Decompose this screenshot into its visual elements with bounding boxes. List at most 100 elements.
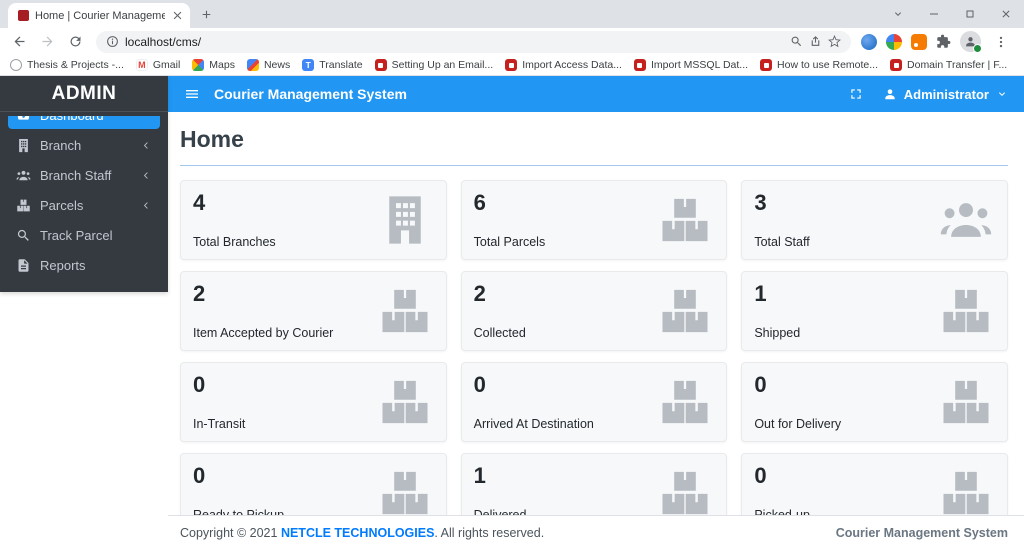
reload-button[interactable]: [62, 30, 88, 54]
extension-colorful-icon[interactable]: [886, 33, 902, 50]
sidebar-item-label: Parcels: [40, 198, 84, 213]
extensions-puzzle-icon[interactable]: [936, 34, 951, 49]
stat-card: 2 Collected: [460, 271, 728, 351]
bookmark-star-icon[interactable]: [828, 35, 841, 48]
maximize-button[interactable]: [952, 0, 988, 28]
bookmark-item[interactable]: Setting Up an Email...: [374, 59, 493, 71]
browser-tab[interactable]: Home | Courier Management Sy: [8, 3, 190, 28]
gmail-icon: [135, 59, 148, 71]
extensions-area: [859, 31, 1018, 53]
tab-close-icon[interactable]: [171, 9, 184, 22]
bookmark-item[interactable]: Gmail: [135, 59, 181, 71]
speedometer-icon: [16, 116, 31, 123]
stat-value: 1: [473, 463, 486, 488]
browser-menu-icon[interactable]: [990, 35, 1012, 49]
stat-card: 1 Shipped: [741, 271, 1008, 351]
stat-cards-grid: 4 Total Branches 6 Total Parcels 3 Total…: [180, 180, 1008, 533]
sidebar-item[interactable]: Track Parcel: [8, 222, 160, 249]
bookmark-item[interactable]: Translate: [302, 59, 363, 71]
stat-card: 6 Total Parcels: [460, 180, 728, 260]
boxes-icon: [16, 198, 31, 213]
boxes-icon: [658, 466, 712, 520]
bookmark-label: News: [263, 59, 291, 71]
minimize-button[interactable]: [916, 0, 952, 28]
stat-card: 0 In-Transit: [180, 362, 447, 442]
company-link[interactable]: NETCLE TECHNOLOGIES: [281, 526, 434, 540]
red-icon: [505, 59, 518, 71]
menu-toggle-icon[interactable]: [184, 86, 200, 102]
bookmarks-bar: Thesis & Projects -... Gmail Maps News T…: [0, 55, 1024, 76]
bookmark-item[interactable]: How to use Remote...: [760, 59, 878, 71]
bookmark-item[interactable]: Thesis & Projects -...: [10, 59, 124, 71]
title-divider: [180, 165, 1008, 166]
bookmark-label: Gmail: [152, 59, 181, 71]
boxes-icon: [658, 284, 712, 338]
sidebar-item[interactable]: Branch Staff: [8, 162, 160, 189]
news-icon: [246, 59, 259, 71]
sidebar-item-label: Dashboard: [40, 116, 104, 123]
users-icon: [16, 168, 31, 183]
sidebar-item[interactable]: Branch: [8, 132, 160, 159]
search-icon[interactable]: [790, 35, 803, 48]
sidebar-item[interactable]: Parcels: [8, 192, 160, 219]
sidebar-item-label: Reports: [40, 258, 86, 273]
tab-search-icon[interactable]: [880, 0, 916, 28]
copyright-suffix: . All rights reserved.: [434, 525, 545, 540]
stat-value: 2: [473, 281, 486, 306]
address-bar[interactable]: localhost/cms/: [96, 30, 851, 53]
bookmark-item[interactable]: Domain Transfer | F...: [890, 59, 1007, 71]
bookmark-label: Translate: [319, 59, 363, 71]
bookmark-item[interactable]: News: [246, 59, 291, 71]
forward-button[interactable]: [34, 30, 60, 54]
users-icon: [939, 193, 993, 247]
copyright-prefix: Copyright © 2021: [180, 525, 281, 540]
sidebar-item-label: Track Parcel: [40, 228, 113, 243]
page-content: Home 4 Total Branches 6 Total Parcels 3 …: [168, 112, 1024, 533]
close-window-button[interactable]: [988, 0, 1024, 28]
red-icon: [374, 59, 387, 71]
window-controls: [880, 0, 1024, 28]
user-label: Administrator: [903, 86, 989, 102]
app-root: ADMIN Dashboard Branch Branch Staff: [0, 76, 1024, 549]
bookmark-item[interactable]: Import Access Data...: [505, 59, 622, 71]
bookmark-item[interactable]: Maps: [192, 59, 235, 71]
browser-titlebar: Home | Courier Management Sy: [0, 0, 1024, 28]
sidebar-item-dashboard[interactable]: Dashboard: [8, 116, 160, 129]
navbar-right: Administrator: [849, 87, 1008, 102]
tab-favicon: [18, 10, 29, 21]
stat-value: 0: [193, 372, 206, 397]
stat-value: 3: [754, 190, 767, 215]
bookmark-item[interactable]: Import MSSQL Dat...: [633, 59, 748, 71]
navbar-title: Courier Management System: [214, 86, 407, 102]
building-icon: [16, 138, 31, 153]
share-icon[interactable]: [809, 35, 822, 48]
rss-extension-icon[interactable]: [911, 33, 927, 50]
new-tab-button[interactable]: [194, 2, 218, 26]
bookmark-label: Domain Transfer | F...: [907, 59, 1008, 71]
boxes-icon: [378, 284, 432, 338]
stat-label: Total Staff: [754, 235, 810, 249]
sidebar: ADMIN Dashboard Branch Branch Staff: [0, 76, 168, 292]
globe-icon: [10, 59, 22, 71]
chevron-left-icon: [141, 170, 152, 181]
site-info-icon[interactable]: [106, 35, 119, 48]
stat-label: Collected: [473, 326, 526, 340]
boxes-icon: [939, 284, 993, 338]
stat-value: 2: [193, 281, 206, 306]
bookmark-label: Maps: [209, 59, 235, 71]
person-icon: [883, 87, 897, 101]
chevron-left-icon: [141, 140, 152, 151]
stat-card: 2 Item Accepted by Courier: [180, 271, 447, 351]
sidebar-item[interactable]: Reports: [8, 252, 160, 279]
stat-label: Total Branches: [193, 235, 276, 249]
stat-label: Arrived At Destination: [473, 417, 594, 431]
user-menu[interactable]: Administrator: [883, 87, 1008, 102]
extension-blue-icon[interactable]: [861, 33, 877, 50]
back-button[interactable]: [6, 30, 32, 54]
stat-card: 0 Arrived At Destination: [460, 362, 728, 442]
fullscreen-icon[interactable]: [849, 87, 863, 101]
boxes-icon: [658, 193, 712, 247]
top-navbar: Courier Management System Administrator: [168, 76, 1024, 112]
file-icon: [16, 258, 31, 273]
profile-avatar[interactable]: [960, 31, 982, 53]
